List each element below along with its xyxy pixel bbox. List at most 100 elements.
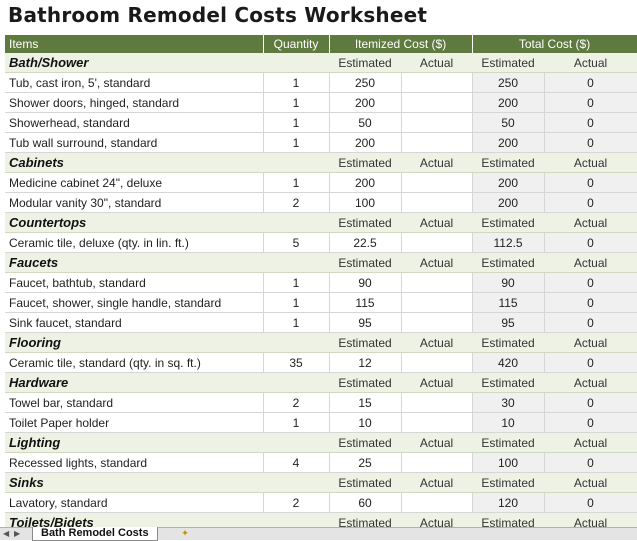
quantity-cell[interactable]: 2 — [263, 492, 330, 513]
estimated-cost-cell[interactable]: 10 — [329, 412, 402, 433]
total-estimated-cell[interactable]: 200 — [472, 192, 545, 213]
estimated-cost-cell[interactable]: 90 — [329, 272, 402, 293]
total-actual-cell[interactable]: 0 — [544, 72, 637, 93]
actual-label[interactable]: Actual — [401, 432, 473, 453]
estimated-cost-cell[interactable]: 60 — [329, 492, 402, 513]
actual-cost-cell[interactable] — [401, 112, 473, 133]
category-name[interactable]: Countertops — [5, 212, 329, 233]
category-name[interactable]: Bath/Shower — [5, 53, 329, 73]
item-name-cell[interactable]: Lavatory, standard — [5, 492, 264, 513]
total-estimated-label[interactable]: Estimated — [472, 212, 545, 233]
total-estimated-cell[interactable]: 200 — [472, 92, 545, 113]
header-total-cost[interactable]: Total Cost ($) — [472, 35, 637, 53]
estimated-label[interactable]: Estimated — [329, 472, 401, 493]
estimated-cost-cell[interactable]: 25 — [329, 452, 402, 473]
estimated-label[interactable]: Estimated — [329, 212, 401, 233]
item-name-cell[interactable]: Ceramic tile, deluxe (qty. in lin. ft.) — [5, 232, 264, 253]
total-actual-cell[interactable]: 0 — [544, 392, 637, 413]
total-actual-cell[interactable]: 0 — [544, 312, 637, 333]
item-name-cell[interactable]: Recessed lights, standard — [5, 452, 264, 473]
actual-cost-cell[interactable] — [401, 392, 473, 413]
estimated-cost-cell[interactable]: 12 — [329, 352, 402, 373]
quantity-cell[interactable]: 1 — [263, 272, 330, 293]
quantity-cell[interactable]: 1 — [263, 412, 330, 433]
item-name-cell[interactable]: Ceramic tile, standard (qty. in sq. ft.) — [5, 352, 264, 373]
header-items[interactable]: Items — [5, 35, 264, 53]
item-name-cell[interactable]: Faucet, shower, single handle, standard — [5, 292, 264, 313]
total-actual-cell[interactable]: 0 — [544, 412, 637, 433]
item-name-cell[interactable]: Showerhead, standard — [5, 112, 264, 133]
item-name-cell[interactable]: Tub wall surround, standard — [5, 132, 264, 153]
actual-cost-cell[interactable] — [401, 492, 473, 513]
category-name[interactable]: Flooring — [5, 332, 329, 353]
estimated-label[interactable]: Estimated — [329, 432, 401, 453]
estimated-label[interactable]: Estimated — [329, 372, 401, 393]
total-estimated-cell[interactable]: 50 — [472, 112, 545, 133]
total-estimated-cell[interactable]: 115 — [472, 292, 545, 313]
actual-cost-cell[interactable] — [401, 352, 473, 373]
quantity-cell[interactable]: 1 — [263, 312, 330, 333]
quantity-cell[interactable]: 35 — [263, 352, 330, 373]
total-estimated-label[interactable]: Estimated — [472, 332, 545, 353]
estimated-cost-cell[interactable]: 95 — [329, 312, 402, 333]
total-estimated-cell[interactable]: 112.5 — [472, 232, 545, 253]
total-estimated-label[interactable]: Estimated — [472, 152, 545, 173]
total-actual-cell[interactable]: 0 — [544, 492, 637, 513]
quantity-cell[interactable]: 1 — [263, 112, 330, 133]
estimated-cost-cell[interactable]: 100 — [329, 192, 402, 213]
total-estimated-cell[interactable]: 120 — [472, 492, 545, 513]
actual-cost-cell[interactable] — [401, 312, 473, 333]
total-actual-cell[interactable]: 0 — [544, 292, 637, 313]
total-actual-label[interactable]: Actual — [544, 53, 637, 73]
actual-label[interactable]: Actual — [401, 53, 473, 73]
category-name[interactable]: Faucets — [5, 252, 329, 273]
total-estimated-cell[interactable]: 10 — [472, 412, 545, 433]
actual-cost-cell[interactable] — [401, 92, 473, 113]
actual-label[interactable]: Actual — [401, 472, 473, 493]
quantity-cell[interactable]: 2 — [263, 192, 330, 213]
estimated-cost-cell[interactable]: 50 — [329, 112, 402, 133]
estimated-label[interactable]: Estimated — [329, 332, 401, 353]
total-estimated-label[interactable]: Estimated — [472, 372, 545, 393]
total-actual-cell[interactable]: 0 — [544, 232, 637, 253]
total-estimated-cell[interactable]: 250 — [472, 72, 545, 93]
total-estimated-cell[interactable]: 90 — [472, 272, 545, 293]
total-estimated-label[interactable]: Estimated — [472, 53, 545, 73]
estimated-label[interactable]: Estimated — [329, 152, 401, 173]
actual-cost-cell[interactable] — [401, 132, 473, 153]
actual-label[interactable]: Actual — [401, 152, 473, 173]
total-actual-cell[interactable]: 0 — [544, 92, 637, 113]
actual-cost-cell[interactable] — [401, 452, 473, 473]
estimated-label[interactable]: Estimated — [329, 252, 401, 273]
total-actual-cell[interactable]: 0 — [544, 452, 637, 473]
estimated-cost-cell[interactable]: 115 — [329, 292, 402, 313]
estimated-cost-cell[interactable]: 200 — [329, 172, 402, 193]
total-actual-label[interactable]: Actual — [544, 332, 637, 353]
estimated-cost-cell[interactable]: 200 — [329, 92, 402, 113]
actual-cost-cell[interactable] — [401, 172, 473, 193]
total-actual-label[interactable]: Actual — [544, 252, 637, 273]
total-estimated-cell[interactable]: 420 — [472, 352, 545, 373]
category-name[interactable]: Hardware — [5, 372, 329, 393]
estimated-cost-cell[interactable]: 22.5 — [329, 232, 402, 253]
total-actual-cell[interactable]: 0 — [544, 112, 637, 133]
total-estimated-cell[interactable]: 200 — [472, 172, 545, 193]
actual-label[interactable]: Actual — [401, 252, 473, 273]
quantity-cell[interactable]: 4 — [263, 452, 330, 473]
item-name-cell[interactable]: Towel bar, standard — [5, 392, 264, 413]
item-name-cell[interactable]: Faucet, bathtub, standard — [5, 272, 264, 293]
total-estimated-cell[interactable]: 30 — [472, 392, 545, 413]
quantity-cell[interactable]: 5 — [263, 232, 330, 253]
estimated-cost-cell[interactable]: 15 — [329, 392, 402, 413]
total-estimated-label[interactable]: Estimated — [472, 252, 545, 273]
total-actual-label[interactable]: Actual — [544, 152, 637, 173]
quantity-cell[interactable]: 1 — [263, 72, 330, 93]
quantity-cell[interactable]: 1 — [263, 292, 330, 313]
actual-label[interactable]: Actual — [401, 212, 473, 233]
actual-cost-cell[interactable] — [401, 272, 473, 293]
quantity-cell[interactable]: 1 — [263, 92, 330, 113]
total-actual-label[interactable]: Actual — [544, 372, 637, 393]
category-name[interactable]: Cabinets — [5, 152, 329, 173]
actual-cost-cell[interactable] — [401, 72, 473, 93]
total-estimated-cell[interactable]: 95 — [472, 312, 545, 333]
